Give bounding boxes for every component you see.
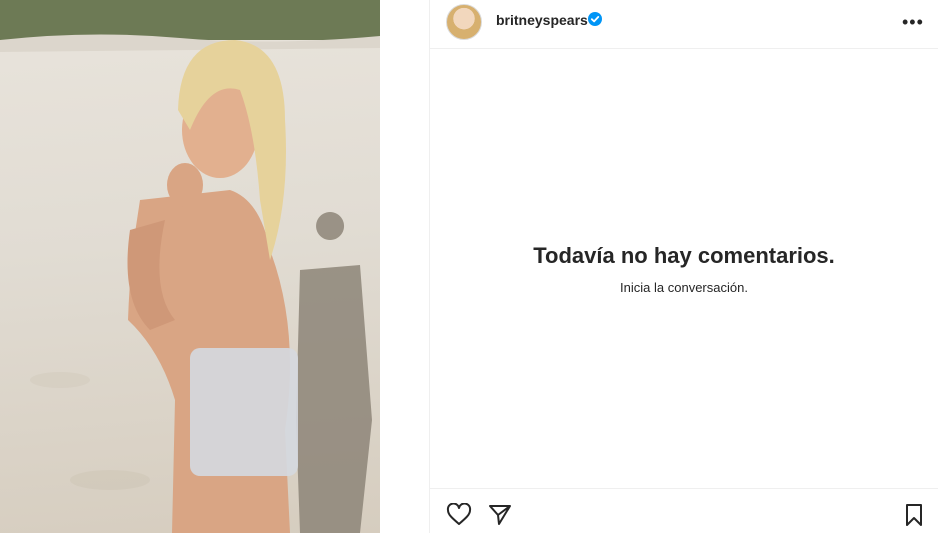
post-header: britneyspears ••• xyxy=(430,0,938,49)
more-options-icon[interactable]: ••• xyxy=(902,12,924,33)
heart-icon[interactable] xyxy=(446,503,472,527)
censor-blur xyxy=(190,348,298,476)
no-comments-title: Todavía no hay comentarios. xyxy=(533,243,835,268)
bookmark-icon[interactable] xyxy=(904,503,924,527)
trees-background xyxy=(0,0,380,40)
username-link[interactable]: britneyspears xyxy=(496,12,588,28)
post-image-illustration xyxy=(0,0,380,533)
verified-badge-icon xyxy=(588,12,602,26)
action-bar xyxy=(430,488,938,534)
shadow-figure xyxy=(296,212,372,533)
post-panel: britneyspears ••• Todavía no hay comenta… xyxy=(429,0,950,533)
avatar[interactable] xyxy=(446,4,482,40)
no-comments-subtitle: Inicia la conversación. xyxy=(620,280,748,295)
send-icon[interactable] xyxy=(488,503,512,527)
post-image xyxy=(0,0,380,533)
